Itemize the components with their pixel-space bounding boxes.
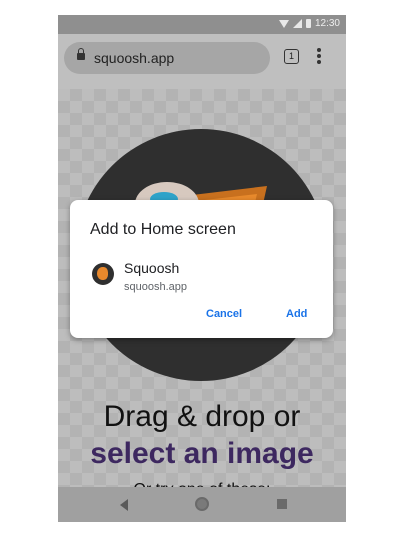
headline-drag-drop: Drag & drop or: [103, 400, 301, 433]
status-time: 12:30: [314, 18, 340, 29]
recents-icon[interactable]: [277, 499, 287, 509]
battery-icon: [305, 19, 311, 28]
phone-screen: 12:30 squoosh.app 1 Drag & drop or selec…: [58, 15, 346, 522]
app-name: Squoosh: [124, 260, 180, 276]
back-icon[interactable]: [120, 499, 128, 511]
home-icon[interactable]: [195, 497, 209, 511]
add-to-home-dialog: Add to Home screen Squoosh squoosh.app C…: [70, 200, 333, 338]
browser-toolbar: squoosh.app 1: [58, 34, 346, 89]
select-image-link[interactable]: select an image: [58, 437, 346, 471]
tab-switcher-icon[interactable]: 1: [284, 49, 299, 64]
more-menu-icon[interactable]: [314, 46, 324, 70]
navigation-bar: [58, 487, 346, 522]
cancel-button[interactable]: Cancel: [206, 308, 242, 320]
lock-icon: [77, 48, 85, 60]
app-url: squoosh.app: [124, 281, 187, 293]
url-text: squoosh.app: [94, 50, 175, 66]
status-bar: 12:30: [58, 15, 346, 34]
squoosh-app-icon: [92, 263, 114, 285]
add-button[interactable]: Add: [286, 308, 307, 320]
dialog-title: Add to Home screen: [90, 221, 236, 238]
wifi-icon: [278, 19, 289, 28]
address-bar[interactable]: squoosh.app: [64, 42, 270, 74]
cell-signal-icon: [292, 19, 302, 28]
